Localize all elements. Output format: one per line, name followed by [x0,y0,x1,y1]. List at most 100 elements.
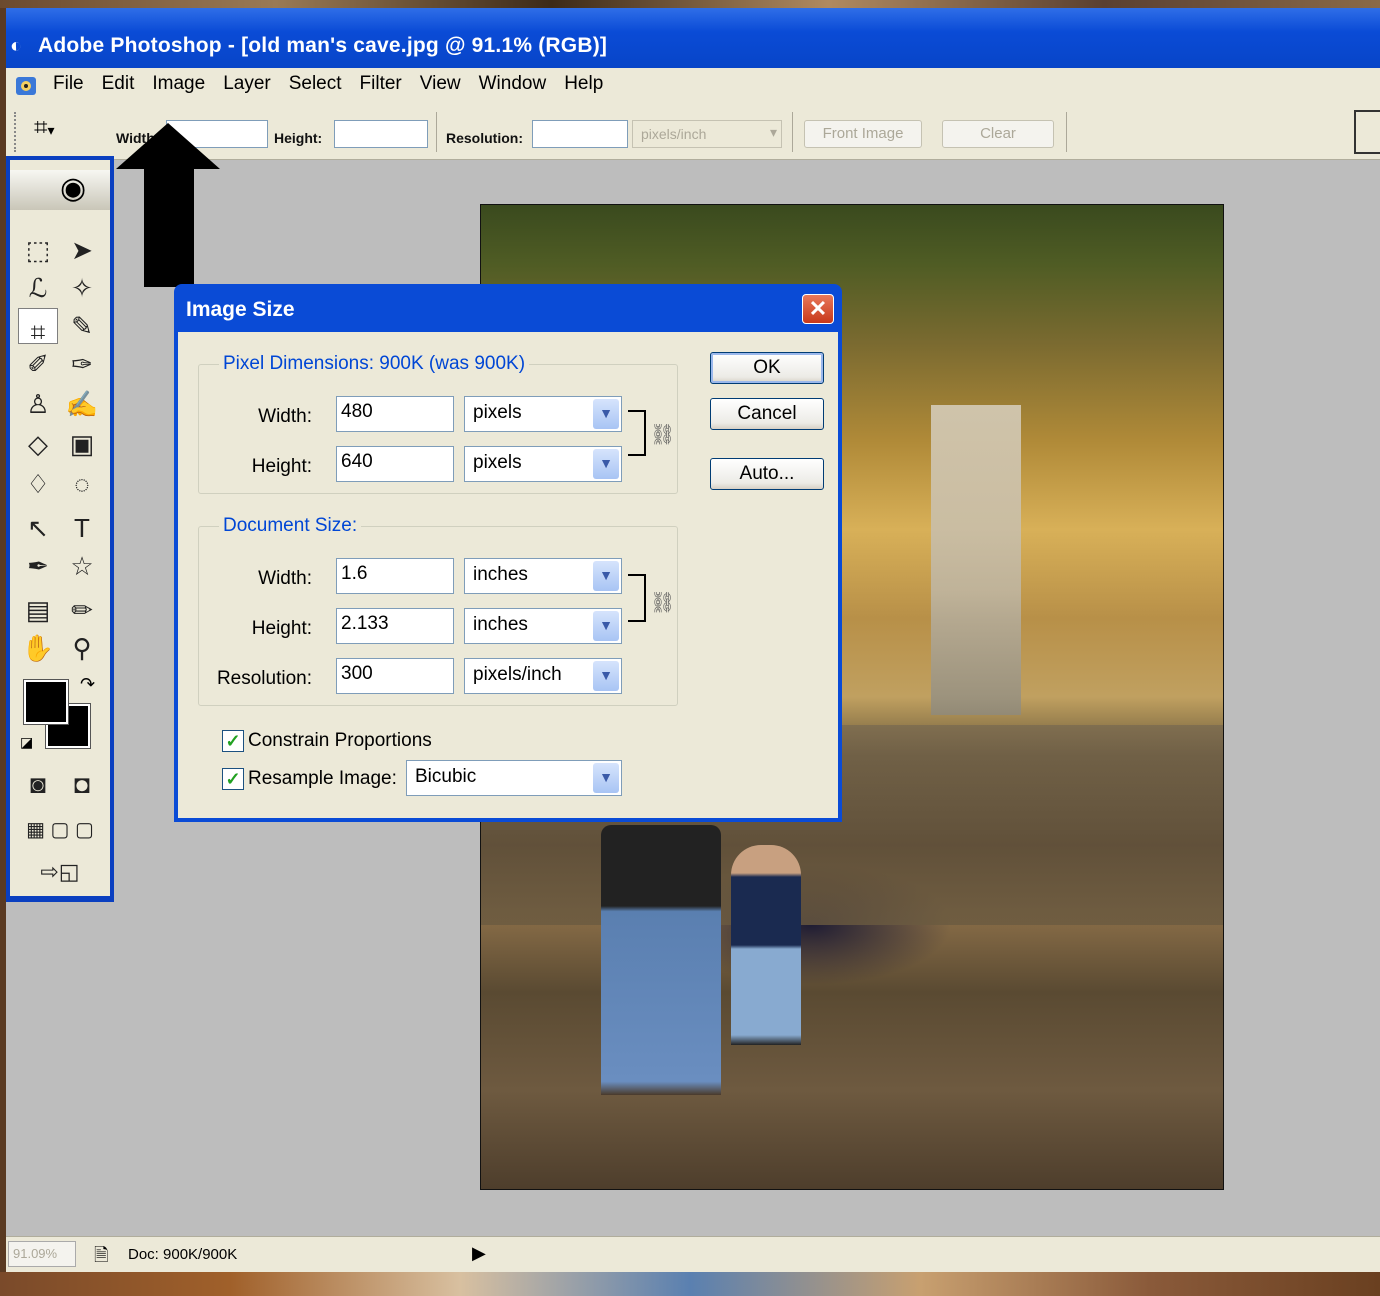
photoshop-eye-icon: ◉ [60,172,87,205]
menu-window[interactable]: Window [470,73,556,95]
cancel-button[interactable]: Cancel [710,398,824,430]
constrain-proportions-checkbox[interactable]: ✓ [222,730,244,752]
pixel-dimensions-label: Pixel Dimensions: 900K (was 900K) [219,353,530,375]
annotation-arrow-icon [116,123,220,287]
foreground-color-swatch[interactable] [23,679,69,725]
eyedropper-tool-icon[interactable]: ✏ [62,592,102,628]
options-resolution-input[interactable] [532,120,628,148]
options-height-label: Height: [274,130,323,146]
magic-wand-tool-icon[interactable]: ✧ [62,270,102,306]
doc-width-unit-value: inches [473,564,528,585]
quick-mask-mode-icon[interactable]: ◘ [62,766,102,802]
dodge-tool-icon[interactable]: ◌ [62,466,102,502]
slice-tool-icon[interactable]: ✎ [62,308,102,344]
options-height-input[interactable] [334,120,428,148]
resolution-unit-select[interactable]: pixels/inch ▼ [464,658,622,694]
standard-mode-icon[interactable]: ◙ [18,766,58,802]
close-icon[interactable]: ✕ [802,294,834,324]
options-separator [436,112,437,152]
photoshop-app-icon[interactable]: ◐ [10,36,30,56]
menu-help[interactable]: Help [555,73,612,95]
eraser-tool-icon[interactable]: ◇ [18,426,58,462]
chevron-down-icon: ▾ [47,122,55,138]
pixel-width-input[interactable]: 480 [336,396,454,432]
resolution-unit-value: pixels/inch [473,664,562,685]
status-menu-arrow-icon[interactable]: ▶ [472,1243,486,1264]
menu-edit[interactable]: Edit [93,73,144,95]
toolbox-header[interactable]: ◉ [10,170,110,210]
pixel-height-label: Height: [251,456,312,477]
pixel-height-input[interactable]: 640 [336,446,454,482]
chevron-down-icon: ▼ [593,611,619,641]
dialog-title-bar[interactable]: Image Size ✕ [178,284,838,332]
gradient-tool-icon[interactable]: ▣ [62,426,102,462]
toolbox: ◉ ⬚ ➤ ℒ ✧ ⌗ ✎ ✐ ✑ ♙ ✍ ◇ ▣ ♢ ◌ ↖ T ✒ ☆ ▤ … [6,156,114,902]
path-selection-tool-icon[interactable]: ↖ [18,510,58,546]
constrain-proportions-label: Constrain Proportions [248,730,432,751]
hand-tool-icon[interactable]: ✋ [18,630,58,666]
resolution-label: Resolution: [216,668,312,689]
clear-button[interactable]: Clear [942,120,1054,148]
jump-to-imageready-icon[interactable]: ⇨◱ [10,854,110,890]
screen-mode-icons[interactable]: ▦ ▢ ▢ [10,812,110,848]
menu-layer[interactable]: Layer [214,73,280,95]
zoom-tool-icon[interactable]: ⚲ [62,630,102,666]
photoshop-eye-icon[interactable] [14,75,38,97]
document-icon[interactable]: 🗎 [94,1243,108,1273]
pixel-width-unit-value: pixels [473,402,522,423]
history-brush-tool-icon[interactable]: ✍ [62,386,102,422]
doc-width-input[interactable]: 1.6 [336,558,454,594]
options-unit-value: pixels/inch [641,126,707,142]
pixel-width-unit-select[interactable]: pixels ▼ [464,396,622,432]
palette-well[interactable] [1354,110,1380,154]
move-tool-icon[interactable]: ➤ [62,232,102,268]
doc-height-unit-select[interactable]: inches ▼ [464,608,622,644]
doc-width-unit-select[interactable]: inches ▼ [464,558,622,594]
doc-size-info: Doc: 900K/900K [128,1246,238,1263]
image-size-dialog: Image Size ✕ Pixel Dimensions: 900K (was… [174,284,842,822]
title-bar[interactable]: ◐ Adobe Photoshop - [old man's cave.jpg … [6,8,1380,68]
photoshop-window: ◐ Adobe Photoshop - [old man's cave.jpg … [6,8,1380,1272]
swap-colors-icon[interactable]: ↷ [80,674,95,695]
options-unit-select[interactable]: pixels/inch ▾ [632,120,782,148]
options-bar-grip[interactable] [14,112,18,152]
resolution-input[interactable]: 300 [336,658,454,694]
adult-figure [601,825,721,1095]
brush-tool-icon[interactable]: ✑ [62,346,102,382]
resample-method-value: Bicubic [415,766,477,787]
crop-tool-icon[interactable]: ⌗ [18,308,58,347]
auto-button[interactable]: Auto... [710,458,824,490]
pixel-height-unit-select[interactable]: pixels ▼ [464,446,622,482]
menu-select[interactable]: Select [280,73,351,95]
zoom-level-field[interactable]: 91.09% [8,1241,76,1267]
chevron-down-icon: ▼ [593,561,619,591]
menu-file[interactable]: File [44,73,93,95]
front-image-button[interactable]: Front Image [804,120,922,148]
dialog-title: Image Size [186,298,295,321]
lasso-tool-icon[interactable]: ℒ [18,270,58,306]
menu-filter[interactable]: Filter [351,73,411,95]
resample-image-checkbox[interactable]: ✓ [222,768,244,790]
ok-button[interactable]: OK [710,352,824,384]
healing-brush-tool-icon[interactable]: ✐ [18,346,58,382]
marquee-tool-icon[interactable]: ⬚ [18,232,58,268]
chevron-down-icon: ▼ [593,763,619,793]
pixel-width-label: Width: [258,406,312,427]
pixel-height-unit-value: pixels [473,452,522,473]
menu-view[interactable]: View [411,73,470,95]
default-colors-icon[interactable]: ◪ [20,734,33,751]
menu-image[interactable]: Image [143,73,214,95]
doc-height-input[interactable]: 2.133 [336,608,454,644]
tool-preset-picker[interactable]: ⌗▾ [34,114,94,146]
pen-tool-icon[interactable]: ✒ [18,548,58,584]
waterfall [931,405,1021,715]
notes-tool-icon[interactable]: ▤ [18,592,58,628]
pixel-link-bracket [628,410,646,456]
blur-tool-icon[interactable]: ♢ [18,466,58,502]
menu-bar: File Edit Image Layer Select Filter View… [6,68,1380,102]
type-tool-icon[interactable]: T [62,510,102,546]
desktop-background-bottom [0,1272,1380,1296]
resample-method-select[interactable]: Bicubic ▼ [406,760,622,796]
custom-shape-tool-icon[interactable]: ☆ [62,548,102,584]
clone-stamp-tool-icon[interactable]: ♙ [18,386,58,422]
